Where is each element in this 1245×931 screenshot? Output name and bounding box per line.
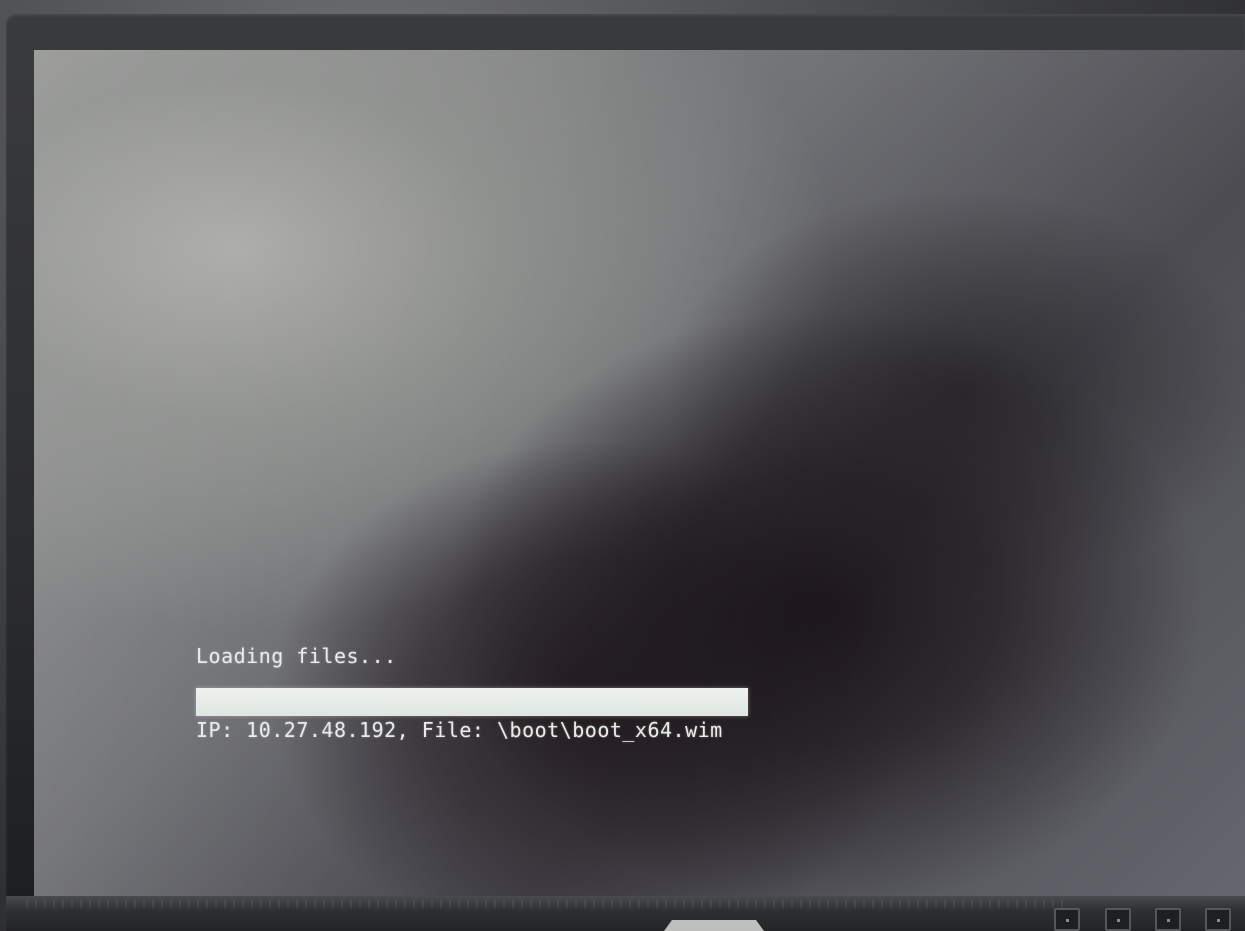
monitor-button[interactable] (1205, 908, 1231, 931)
button-dot-icon (1217, 919, 1220, 922)
screen-glare (34, 50, 1245, 896)
monitor-screen: Loading files... IP: 10.27.48.192, File:… (34, 50, 1245, 896)
button-dot-icon (1117, 919, 1120, 922)
monitor-button[interactable] (1155, 908, 1181, 931)
button-dot-icon (1066, 919, 1069, 922)
button-dot-icon (1167, 919, 1170, 922)
brand-logo (664, 920, 764, 931)
progress-bar (196, 688, 748, 716)
monitor-button[interactable] (1054, 908, 1080, 931)
bezel-texture (26, 900, 1066, 908)
monitor-button[interactable] (1105, 908, 1131, 931)
monitor-photo: Loading files... IP: 10.27.48.192, File:… (0, 0, 1245, 931)
status-line: IP: 10.27.48.192, File: \boot\boot_x64.w… (196, 718, 723, 742)
loading-label: Loading files... (196, 644, 397, 668)
progress-bar-fill (196, 688, 748, 716)
